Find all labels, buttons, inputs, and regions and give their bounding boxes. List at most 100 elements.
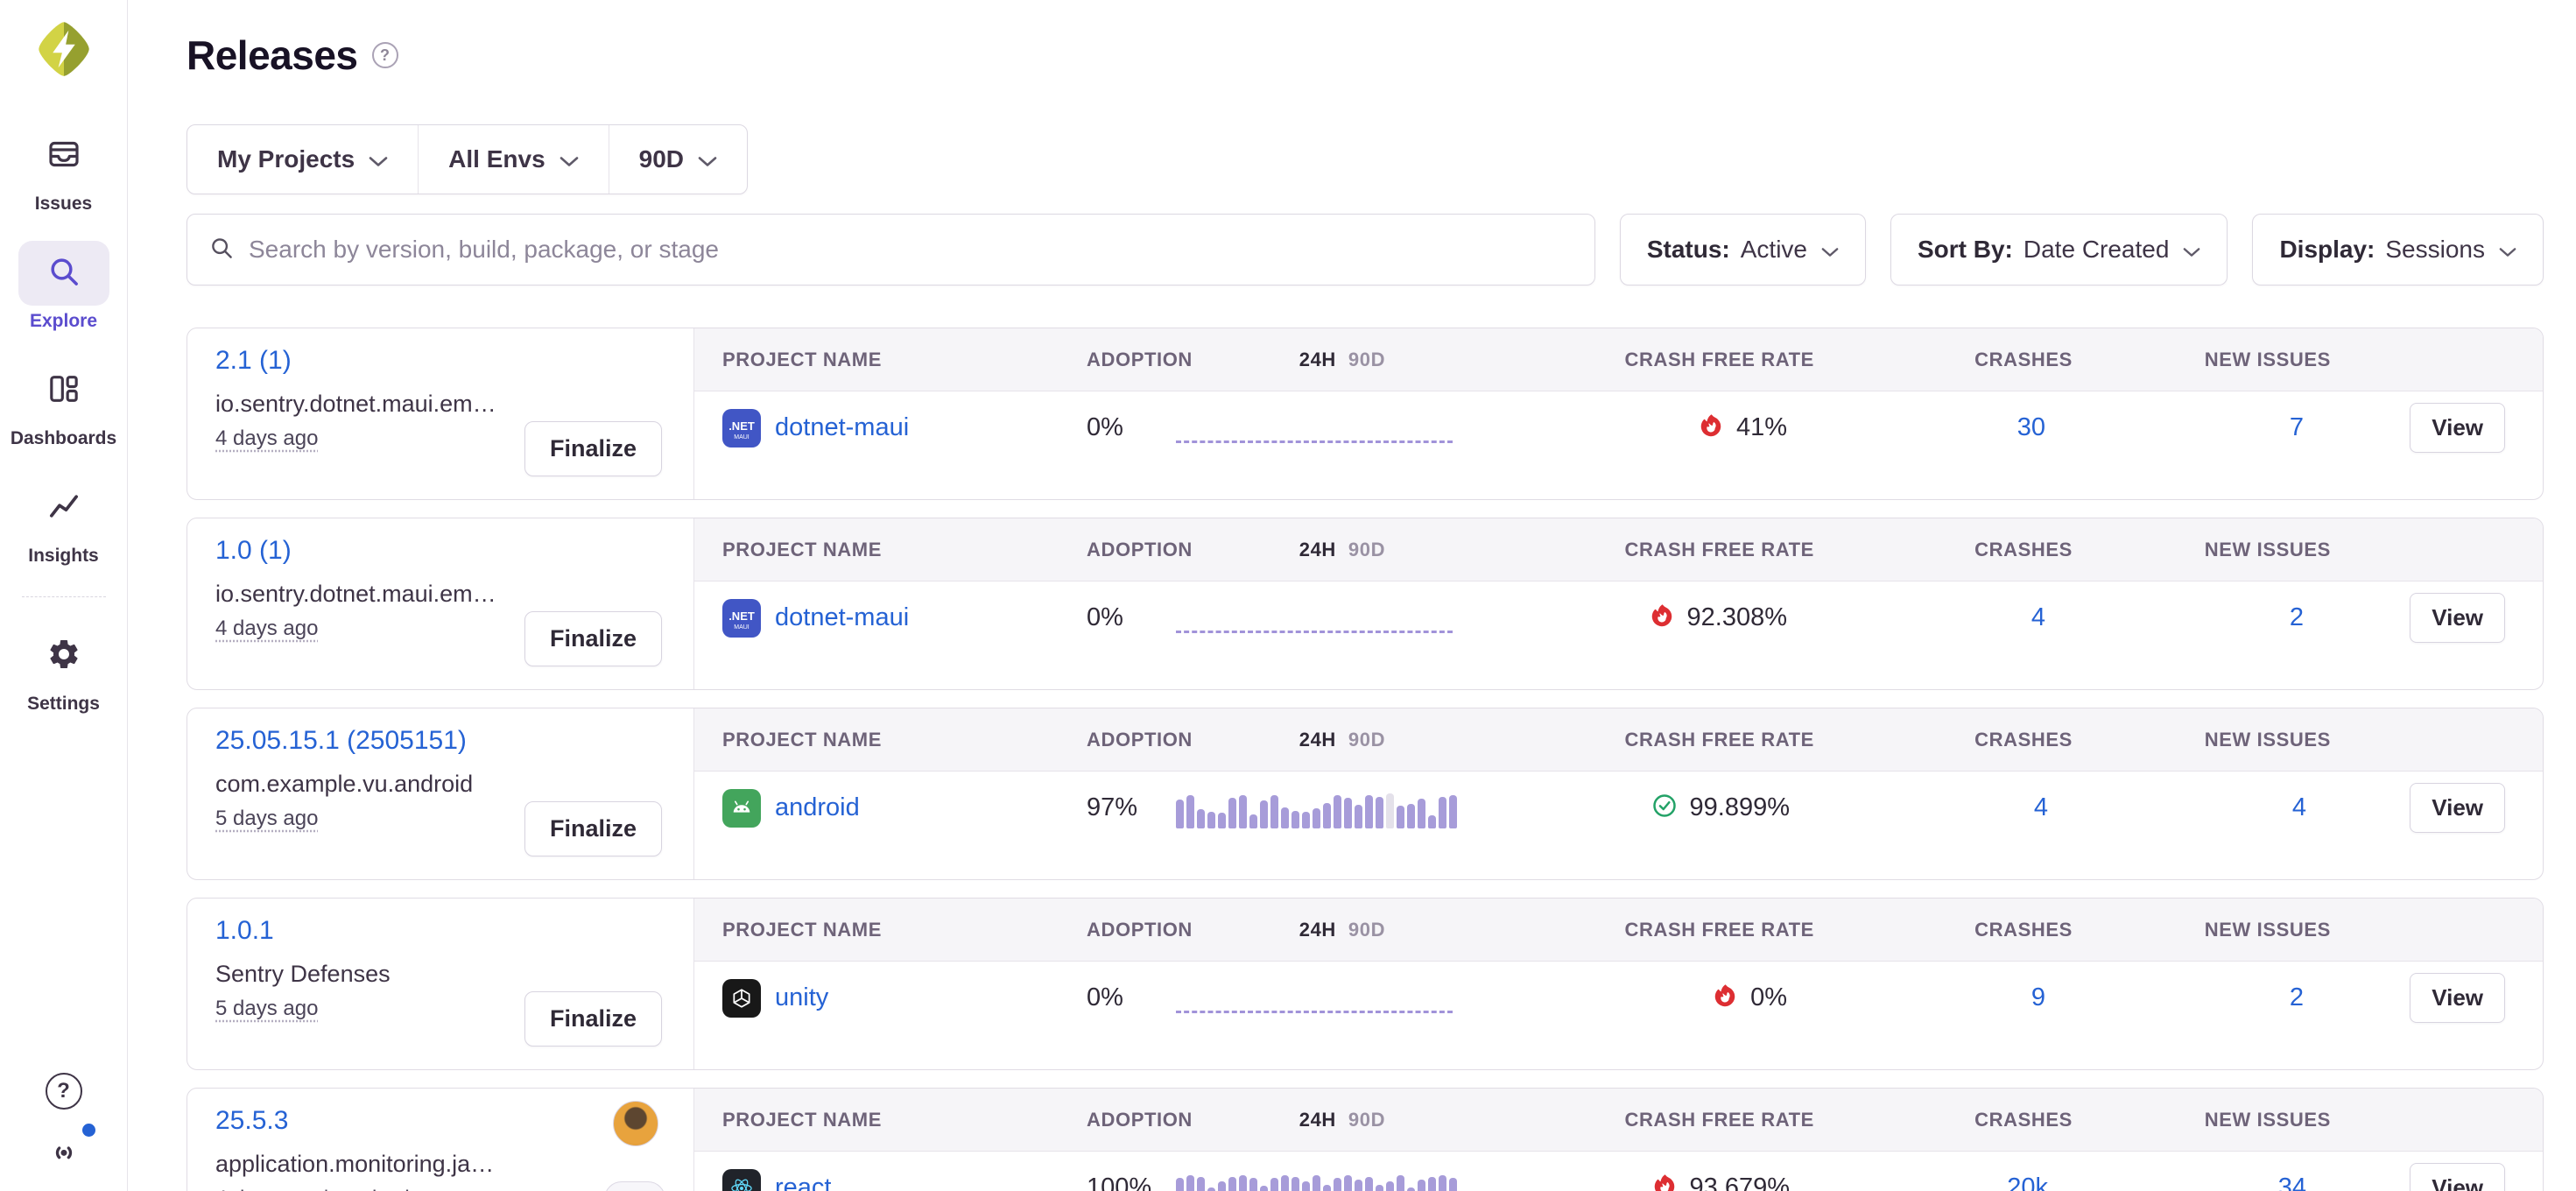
sidebar-item-issues[interactable]: Issues [0, 123, 127, 215]
sidebar-item-label: Issues [35, 194, 92, 215]
adoption-value: 0% [1087, 603, 1123, 631]
col-header-crash-free: CRASH FREE RATE [1482, 919, 1814, 941]
release-version-link[interactable]: 25.5.3 [215, 1106, 288, 1136]
releases-help-icon[interactable]: ? [372, 42, 398, 68]
crashes-link[interactable]: 9 [2031, 983, 2045, 1012]
adoption-sparkline[interactable] [1176, 408, 1454, 448]
fire-icon [1712, 982, 1738, 1014]
view-button[interactable]: View [2410, 593, 2505, 643]
crash-free-value: 92.308% [1687, 603, 1788, 632]
sentry-logo[interactable] [34, 19, 94, 83]
col-header-period: 24H 90D [1193, 919, 1482, 941]
search-box[interactable] [187, 214, 1595, 285]
sidebar-item-settings[interactable]: Settings [0, 624, 127, 715]
adoption-sparkline[interactable] [1176, 788, 1457, 828]
status-dropdown-label: Status: [1647, 236, 1730, 264]
crashes-link[interactable]: 4 [2031, 603, 2045, 632]
status-dropdown-value: Active [1741, 236, 1807, 264]
release-version-link[interactable]: 25.05.15.1 (2505151) [215, 726, 467, 756]
period-24h-toggle[interactable]: 24H [1299, 539, 1336, 561]
finalize-button[interactable]: Finalize [524, 421, 662, 476]
finalize-button[interactable]: Finalize [524, 611, 662, 666]
view-button[interactable]: View [2410, 403, 2505, 453]
finalized-button[interactable] [604, 1181, 665, 1191]
period-90d-toggle[interactable]: 90D [1348, 729, 1385, 751]
unity-icon [722, 979, 761, 1018]
display-dropdown[interactable]: Display: Sessions [2252, 214, 2544, 285]
period-90d-toggle[interactable]: 90D [1348, 1109, 1385, 1131]
date-range-filter[interactable]: 90D [609, 125, 747, 194]
col-header-period: 24H 90D [1193, 729, 1482, 751]
project-link[interactable]: dotnet-maui [775, 413, 909, 442]
new-issues-link[interactable]: 34 [2278, 1173, 2306, 1191]
period-24h-toggle[interactable]: 24H [1299, 1109, 1336, 1131]
environments-filter[interactable]: All Envs [418, 125, 608, 194]
page-filter-bar: My Projects All Envs 90D [187, 124, 748, 194]
crashes-link[interactable]: 4 [2034, 793, 2048, 822]
release-meta-panel: 1.0 (1) io.sentry.dotnet.maui.em… 4 days… [187, 518, 694, 689]
new-issues-link[interactable]: 2 [2290, 983, 2304, 1012]
view-button[interactable]: View [2410, 783, 2505, 833]
sidebar-item-dashboards[interactable]: Dashboards [0, 358, 127, 449]
dotnet-maui-icon: .NETMAUI [722, 409, 761, 448]
issues-icon [46, 137, 81, 176]
period-24h-toggle[interactable]: 24H [1299, 919, 1336, 941]
release-meta-panel: 25.5.3 application.monitoring.ja… 4 days… [187, 1089, 694, 1191]
release-meta-panel: 25.05.15.1 (2505151) com.example.vu.andr… [187, 708, 694, 879]
table-row: .NETMAUI dotnet-maui 0% 92.308% 4 [694, 581, 2543, 689]
project-link[interactable]: android [775, 793, 860, 822]
help-button[interactable]: ? [46, 1073, 82, 1110]
release-version-link[interactable]: 2.1 (1) [215, 346, 292, 376]
new-issues-link[interactable]: 4 [2292, 793, 2306, 822]
release-card: 2.1 (1) io.sentry.dotnet.maui.em… 4 days… [187, 328, 2544, 500]
release-health-table: PROJECT NAME ADOPTION 24H 90D CRASH FREE… [694, 1089, 2543, 1191]
col-header-new-issues: NEW ISSUES [2073, 349, 2331, 371]
chevron-down-icon [2183, 236, 2200, 264]
release-version-link[interactable]: 1.0 (1) [215, 536, 292, 566]
release-created: 4 days ago| production [215, 1187, 662, 1191]
col-header-crash-free: CRASH FREE RATE [1482, 1109, 1814, 1131]
crashes-link[interactable]: 20k [2007, 1173, 2048, 1191]
adoption-sparkline[interactable] [1176, 1168, 1457, 1191]
col-header-period: 24H 90D [1193, 539, 1482, 561]
new-issues-link[interactable]: 2 [2290, 603, 2304, 632]
environments-filter-label: All Envs [448, 145, 545, 173]
sidebar-item-explore[interactable]: Explore [0, 241, 127, 332]
period-90d-toggle[interactable]: 90D [1348, 919, 1385, 941]
release-package: com.example.vu.android [215, 771, 592, 798]
sort-by-dropdown[interactable]: Sort By: Date Created [1890, 214, 2228, 285]
adoption-sparkline[interactable] [1176, 978, 1454, 1018]
project-link[interactable]: react [775, 1173, 831, 1191]
table-header-row: PROJECT NAME ADOPTION 24H 90D CRASH FREE… [694, 708, 2543, 772]
release-health-table: PROJECT NAME ADOPTION 24H 90D CRASH FREE… [694, 518, 2543, 689]
release-author-avatar[interactable] [613, 1101, 658, 1146]
view-button[interactable]: View [2410, 1163, 2505, 1191]
adoption-sparkline[interactable] [1176, 598, 1454, 638]
fire-icon [1651, 1172, 1678, 1191]
new-issues-link[interactable]: 7 [2290, 413, 2304, 442]
react-icon [722, 1169, 761, 1191]
finalize-button[interactable]: Finalize [524, 991, 662, 1047]
project-link[interactable]: dotnet-maui [775, 603, 909, 632]
period-24h-toggle[interactable]: 24H [1299, 729, 1336, 751]
release-created-ago: 4 days ago [215, 1187, 318, 1191]
crashes-link[interactable]: 30 [2017, 413, 2045, 442]
period-24h-toggle[interactable]: 24H [1299, 349, 1336, 371]
whats-new-button[interactable] [45, 1132, 83, 1172]
table-header-row: PROJECT NAME ADOPTION 24H 90D CRASH FREE… [694, 518, 2543, 581]
project-link[interactable]: unity [775, 983, 828, 1012]
col-header-period: 24H 90D [1193, 1109, 1482, 1131]
table-header-row: PROJECT NAME ADOPTION 24H 90D CRASH FREE… [694, 328, 2543, 391]
period-90d-toggle[interactable]: 90D [1348, 539, 1385, 561]
projects-filter[interactable]: My Projects [187, 125, 418, 194]
search-input[interactable] [249, 236, 1573, 264]
status-dropdown[interactable]: Status: Active [1620, 214, 1866, 285]
finalize-button[interactable]: Finalize [524, 801, 662, 856]
col-header-adoption: ADOPTION [1087, 919, 1193, 941]
period-90d-toggle[interactable]: 90D [1348, 349, 1385, 371]
col-header-crash-free: CRASH FREE RATE [1482, 349, 1814, 371]
view-button[interactable]: View [2410, 973, 2505, 1023]
release-version-link[interactable]: 1.0.1 [215, 916, 274, 946]
sidebar-item-insights[interactable]: Insights [0, 476, 127, 567]
settings-icon [46, 637, 81, 676]
